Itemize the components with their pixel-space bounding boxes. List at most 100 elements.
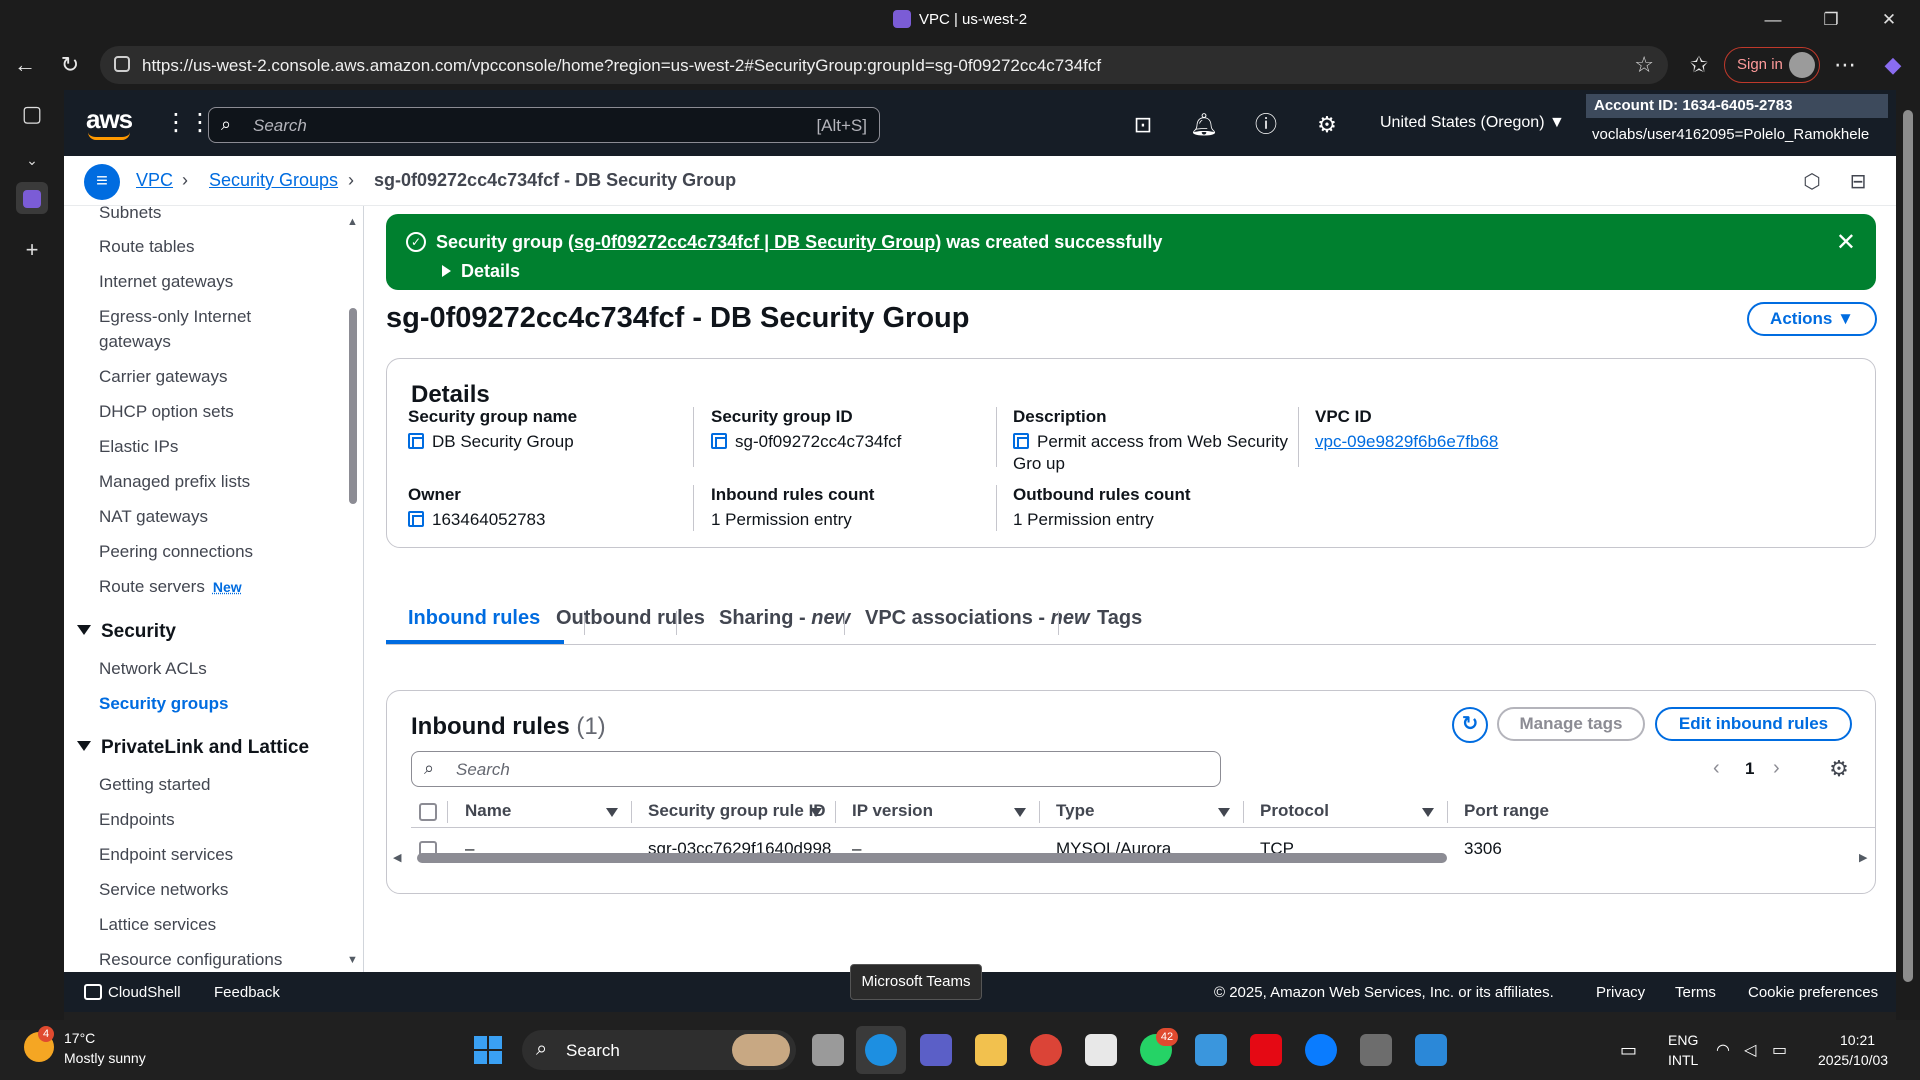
more-menu-icon[interactable]: ⋯ (1830, 50, 1860, 80)
task-view-icon[interactable] (812, 1034, 844, 1066)
file-explorer-icon[interactable] (975, 1034, 1007, 1066)
keyboard-layout[interactable]: INTL (1668, 1052, 1698, 1068)
flash-details-toggle[interactable]: Details (442, 261, 520, 282)
teams-icon[interactable] (920, 1034, 952, 1066)
previous-page-icon[interactable]: ‹ (1713, 757, 1720, 780)
nav-section-security[interactable]: Security (77, 621, 176, 643)
sort-icon[interactable] (1422, 808, 1434, 817)
nav-item-service-networks[interactable]: Service networks (99, 877, 319, 902)
tab-vpc-associations[interactable]: VPC associations - new (865, 607, 1090, 630)
sign-in-button[interactable]: Sign in (1724, 47, 1820, 83)
scroll-right-icon[interactable]: ▶ (1859, 851, 1867, 864)
nav-item-managed-prefix-lists[interactable]: Managed prefix lists (99, 469, 319, 494)
flash-sg-link[interactable]: sg-0f09272cc4c734fcf | DB Security Group (574, 232, 935, 252)
nav-scrollbar[interactable]: ▲ ▼ (346, 216, 360, 966)
nav-item-internet-gateways[interactable]: Internet gateways (99, 269, 319, 294)
sort-icon[interactable] (1014, 808, 1026, 817)
battery-icon[interactable]: ▭ (1772, 1040, 1787, 1060)
nav-item-peering-connections[interactable]: Peering connections (99, 539, 319, 564)
nav-item-endpoints[interactable]: Endpoints (99, 807, 319, 832)
tray-display-icon[interactable]: ▭ (1620, 1040, 1637, 1061)
nav-item-resource-configurations[interactable]: Resource configurations (99, 947, 319, 972)
nav-item-route-servers[interactable]: Route servers New (99, 574, 319, 600)
refresh-icon[interactable]: ↻ (1452, 707, 1488, 743)
breadcrumb-vpc[interactable]: VPC (136, 170, 173, 191)
column-header-name[interactable]: Name (465, 801, 511, 821)
site-info-icon[interactable] (114, 56, 130, 72)
page-scrollbar[interactable] (1896, 90, 1920, 1020)
tab-outbound-rules[interactable]: Outbound rules (556, 607, 705, 630)
chrome-icon[interactable] (1030, 1034, 1062, 1066)
camera-icon[interactable] (1360, 1034, 1392, 1066)
favorite-star-icon[interactable]: ☆ (1634, 52, 1654, 78)
page-scroll-thumb[interactable] (1903, 110, 1913, 982)
feedback-link[interactable]: Feedback (214, 984, 280, 1001)
close-window-button[interactable]: ✕ (1866, 6, 1912, 34)
restore-button[interactable]: ❐ (1808, 6, 1854, 34)
account-user-name[interactable]: voclabs/user4162095=Polelo_Ramokhele (1592, 126, 1869, 143)
nav-item-carrier-gateways[interactable]: Carrier gateways (99, 364, 319, 389)
current-page[interactable]: 1 (1745, 759, 1754, 779)
select-all-checkbox[interactable] (419, 803, 437, 821)
tab-tags[interactable]: Tags (1097, 607, 1142, 630)
address-bar[interactable]: https://us-west-2.console.aws.amazon.com… (100, 46, 1668, 84)
collapse-icon[interactable]: ⌄ (16, 144, 48, 176)
cloudshell-icon[interactable]: ⊡ (1128, 110, 1158, 140)
language-indicator[interactable]: ENG (1668, 1032, 1698, 1048)
sort-icon[interactable] (1218, 808, 1230, 817)
notifications-panel-icon[interactable]: ⬡ (1798, 168, 1826, 196)
account-id-badge[interactable]: Account ID: 1634-6405-2783 (1586, 94, 1888, 118)
new-tab-icon[interactable]: + (16, 234, 48, 266)
nav-item-getting-started[interactable]: Getting started (99, 772, 319, 797)
table-preferences-gear-icon[interactable]: ⚙ (1825, 755, 1853, 783)
favorites-icon[interactable]: ✩ (1684, 50, 1714, 80)
copy-icon[interactable] (1013, 433, 1029, 449)
tab-actions-icon[interactable]: ▢ (16, 98, 48, 130)
breadcrumb-security-groups[interactable]: Security Groups (209, 170, 338, 191)
scroll-up-icon[interactable]: ▲ (347, 216, 358, 228)
volume-icon[interactable]: ◁ (1744, 1040, 1756, 1060)
tab-inbound-rules[interactable]: Inbound rules (408, 607, 540, 630)
netflix-icon[interactable] (1250, 1034, 1282, 1066)
terms-link[interactable]: Terms (1675, 984, 1716, 1001)
nav-item-subnets[interactable]: Subnets (99, 206, 319, 225)
nav-item-network-acls[interactable]: Network ACLs (99, 656, 319, 681)
notepad-icon[interactable] (1195, 1034, 1227, 1066)
minimize-button[interactable]: — (1750, 6, 1796, 34)
clock-date[interactable]: 2025/10/03 (1818, 1052, 1888, 1068)
notifications-bell-icon[interactable]: 🔔︎ (1189, 110, 1219, 140)
back-button[interactable]: ← (10, 50, 40, 80)
aws-search-input[interactable]: ⌕ Search [Alt+S] (208, 107, 880, 143)
next-page-icon[interactable]: › (1773, 757, 1780, 780)
nav-item-dhcp-option-sets[interactable]: DHCP option sets (99, 399, 319, 424)
cloudshell-link[interactable]: CloudShell (84, 984, 181, 1001)
services-grid-icon[interactable]: ⋮⋮⋮ (164, 108, 236, 138)
copy-icon[interactable] (408, 433, 424, 449)
store-icon[interactable] (1085, 1034, 1117, 1066)
scroll-left-icon[interactable]: ◀ (393, 851, 401, 864)
copilot-icon[interactable]: ◆ (1878, 50, 1908, 80)
clock-time[interactable]: 10:21 (1840, 1032, 1875, 1048)
sort-icon[interactable] (606, 808, 618, 817)
rules-search-input[interactable]: ⌕ Search (411, 751, 1221, 787)
region-selector[interactable]: United States (Oregon) ▼ (1380, 114, 1565, 132)
nav-scroll-thumb[interactable] (349, 308, 357, 504)
column-header-ip-version[interactable]: IP version (852, 801, 933, 821)
new-badge[interactable]: New (213, 579, 242, 595)
photos-icon[interactable] (1415, 1034, 1447, 1066)
taskbar-search[interactable]: ⌕ Search (522, 1030, 796, 1070)
close-icon[interactable]: ✕ (1836, 228, 1856, 257)
vpc-id-link[interactable]: vpc-09e9829f6b6e7fb68 (1315, 431, 1645, 453)
column-header-type[interactable]: Type (1056, 801, 1094, 821)
settings-gear-icon[interactable]: ⚙ (1312, 110, 1342, 140)
copy-icon[interactable] (711, 433, 727, 449)
nav-item-nat-gateways[interactable]: NAT gateways (99, 504, 319, 529)
edge-browser-icon[interactable] (865, 1034, 897, 1066)
scroll-down-icon[interactable]: ▼ (347, 954, 358, 966)
column-header-protocol[interactable]: Protocol (1260, 801, 1329, 821)
actions-button[interactable]: Actions ▼ (1747, 302, 1877, 336)
side-nav-toggle-button[interactable]: ≡ (84, 164, 120, 200)
table-horizontal-scrollbar[interactable]: ◀ ▶ (393, 851, 1871, 865)
help-panel-icon[interactable]: ⊟ (1844, 168, 1872, 196)
wifi-icon[interactable]: ◠ (1716, 1040, 1730, 1060)
